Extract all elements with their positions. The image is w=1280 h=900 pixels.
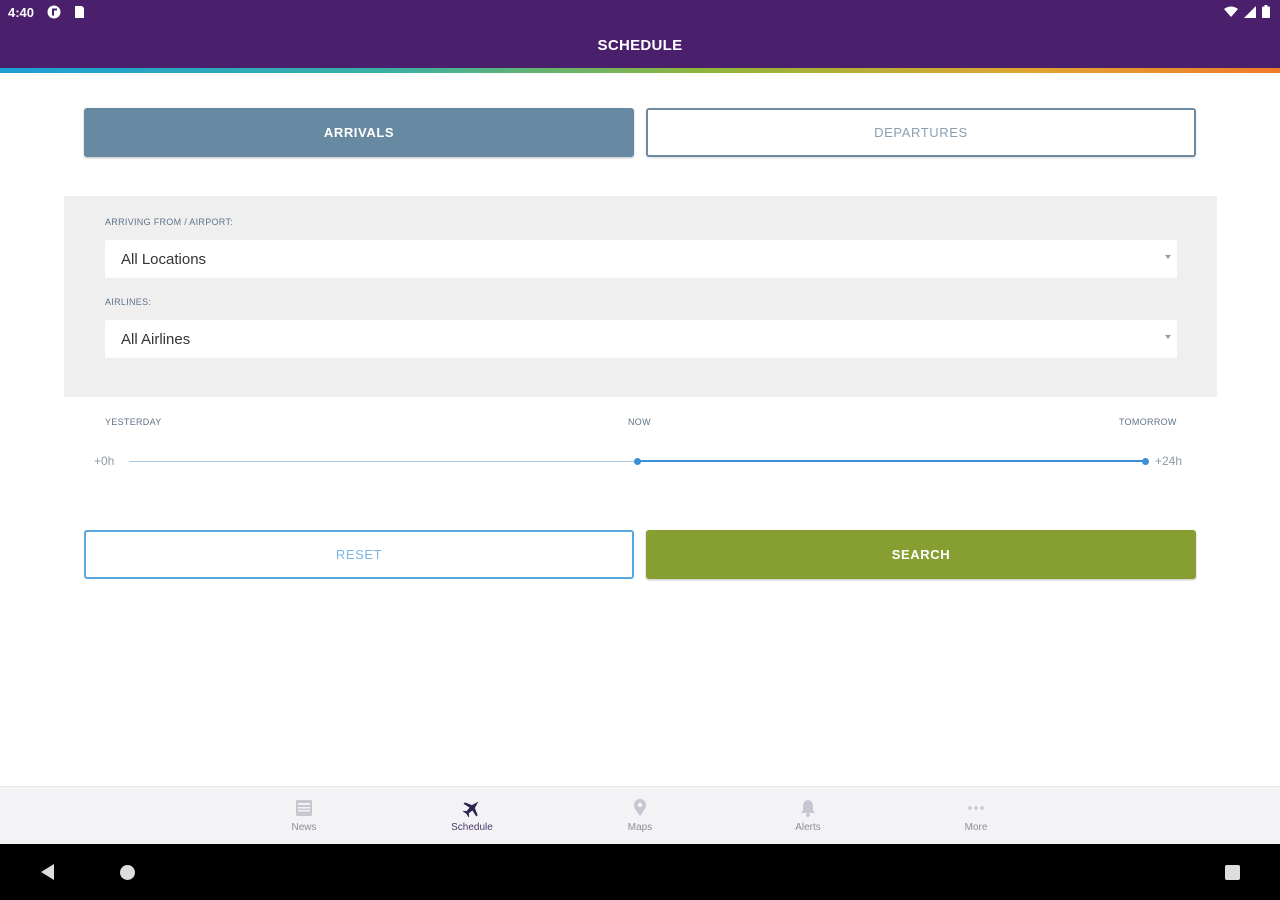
- arriving-from-select[interactable]: All Locations: [105, 240, 1177, 278]
- arriving-from-value: All Locations: [121, 250, 207, 268]
- news-icon: [296, 800, 312, 816]
- filter-panel: ARRIVING FROM / AIRPORT: All Locations A…: [64, 196, 1217, 397]
- page-title: SCHEDULE: [597, 37, 683, 54]
- back-icon[interactable]: [40, 864, 56, 880]
- slider-label-tomorrow: TOMORROW: [1119, 417, 1177, 427]
- nav-label-maps: Maps: [627, 822, 653, 833]
- more-dots-icon: [968, 806, 984, 810]
- search-button[interactable]: SEARCH: [646, 530, 1196, 579]
- nav-item-maps[interactable]: Maps: [600, 797, 680, 833]
- notification-app-icon: [47, 5, 61, 19]
- nav-label-alerts: Alerts: [795, 822, 821, 833]
- slider-min-text: +0h: [94, 454, 115, 468]
- chevron-down-icon: [1165, 255, 1171, 259]
- wifi-icon: [1224, 6, 1238, 17]
- nav-item-more[interactable]: More: [936, 797, 1016, 833]
- tab-arrivals[interactable]: ARRIVALS: [84, 108, 634, 157]
- sd-card-icon: [75, 6, 84, 18]
- nav-label-schedule: Schedule: [451, 822, 493, 833]
- slider-label-yesterday: YESTERDAY: [105, 417, 162, 427]
- time-range-slider-selected: [637, 460, 1145, 462]
- airlines-label: AIRLINES:: [105, 297, 152, 307]
- app-bar: 4:40 SCHEDULE: [0, 0, 1280, 68]
- status-right-icons: [1224, 5, 1270, 18]
- plane-icon: [462, 801, 479, 818]
- tab-departures[interactable]: DEPARTURES: [646, 108, 1196, 157]
- home-icon[interactable]: [120, 865, 135, 880]
- status-bar: 4:40: [0, 0, 1280, 26]
- slider-label-now: NOW: [628, 417, 651, 427]
- signal-icon: [1244, 5, 1256, 18]
- system-navigation-bar: [0, 844, 1280, 900]
- nav-item-news[interactable]: News: [264, 797, 344, 833]
- nav-item-alerts[interactable]: Alerts: [768, 797, 848, 833]
- airlines-value: All Airlines: [121, 330, 191, 348]
- recent-apps-icon[interactable]: [1225, 865, 1240, 880]
- arriving-from-label: ARRIVING FROM / AIRPORT:: [105, 217, 234, 227]
- bell-icon: [801, 800, 815, 817]
- header-accent-stripe: [0, 68, 1280, 73]
- slider-end-handle[interactable]: [1141, 458, 1149, 465]
- nav-item-schedule[interactable]: Schedule: [432, 797, 512, 833]
- bottom-tab-bar: News Schedule Maps Alerts More: [0, 786, 1280, 844]
- battery-icon: [1262, 5, 1270, 18]
- chevron-down-icon: [1165, 335, 1171, 339]
- app-root: 4:40 SCHEDULE ARRIVALS DEPARTURES ARRIVI…: [0, 0, 1280, 900]
- slider-max-text: +24h: [1155, 454, 1183, 468]
- map-pin-icon: [634, 799, 646, 816]
- reset-button[interactable]: RESET: [84, 530, 634, 579]
- nav-label-more: More: [964, 822, 988, 833]
- airlines-select[interactable]: All Airlines: [105, 320, 1177, 358]
- nav-label-news: News: [291, 822, 317, 833]
- slider-start-handle[interactable]: [633, 458, 641, 465]
- status-time: 4:40: [8, 5, 35, 20]
